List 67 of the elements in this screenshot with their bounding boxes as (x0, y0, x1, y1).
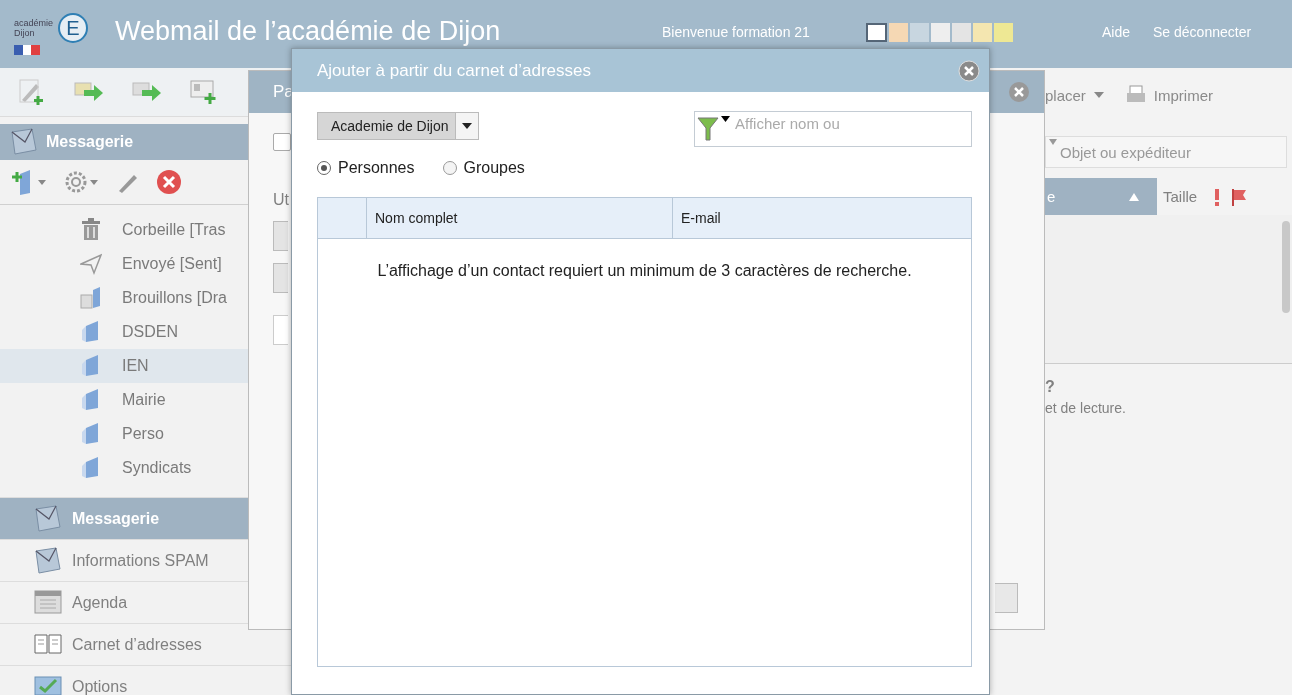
exclamation-icon[interactable] (1213, 187, 1222, 206)
column-header[interactable]: Taille (1157, 178, 1204, 215)
theme-swatch[interactable] (994, 22, 1013, 42)
sort-up-icon (1129, 192, 1139, 201)
app-title: Webmail de l’académie de Dijon (115, 15, 502, 47)
preview-title: ? (1045, 378, 1056, 396)
envelope-icon (34, 504, 62, 533)
calendar-icon (34, 588, 62, 617)
close-icon[interactable] (958, 59, 980, 82)
caret-icon (461, 123, 472, 129)
trash-icon (80, 218, 102, 242)
flag-icon (14, 45, 40, 55)
logo-letter: E (58, 13, 88, 43)
empty-message: L’affichage d’un contact requiert un minimum de 3 caractères de recherche. (376, 261, 913, 281)
delete-icon[interactable] (156, 169, 182, 195)
header-link[interactable]: Se déconnecter (1153, 24, 1252, 40)
header-link[interactable]: Aide (1102, 24, 1131, 40)
input-field[interactable] (273, 315, 288, 345)
theme-swatch[interactable] (973, 22, 992, 42)
button[interactable] (273, 221, 288, 251)
folder-item[interactable]: Brouillons [Dra (0, 281, 434, 315)
field-label: Ut (273, 191, 290, 209)
funnel-icon[interactable] (697, 115, 731, 141)
folder-plus-dropdown-icon[interactable] (12, 169, 48, 195)
theme-swatch[interactable] (931, 22, 950, 42)
close-icon[interactable] (1008, 81, 1030, 103)
paper-plane-icon (80, 252, 102, 276)
caret-icon (1093, 92, 1104, 98)
arrow-right-icon[interactable] (132, 80, 162, 104)
caret-icon (1049, 139, 1057, 145)
document-folder-icon (80, 286, 102, 310)
folder-item[interactable]: Syndicats (0, 451, 434, 485)
column-header[interactable]: E-mail (673, 198, 971, 238)
folder-item[interactable]: Perso (0, 417, 434, 451)
folder-item[interactable]: DSDEN (0, 315, 434, 349)
folder-item[interactable]: Mairie (0, 383, 434, 417)
column-header[interactable]: Nom complet (367, 198, 673, 238)
search-field[interactable]: Objet ou expéditeur (1045, 136, 1287, 168)
theme-swatch[interactable] (910, 22, 929, 42)
column-header[interactable]: e (1045, 178, 1157, 215)
preview-text: et de lecture. (1045, 400, 1127, 416)
gear-dropdown-icon[interactable] (64, 169, 100, 195)
radio-label[interactable]: Personnes (338, 159, 415, 177)
envelope-icon (10, 128, 38, 156)
radio-label[interactable]: Groupes (463, 159, 525, 177)
theme-swatch[interactable] (889, 22, 908, 42)
card-plus-icon[interactable] (190, 79, 218, 105)
flag-icon[interactable] (1231, 187, 1248, 206)
menu-button[interactable]: Imprimer (1125, 85, 1214, 105)
checkbox[interactable] (273, 133, 291, 151)
logo-caption: académie Dijon (14, 18, 55, 38)
dialog-title: Ajouter à partir du carnet d’adresses (317, 60, 592, 81)
welcome-text: Bienvenue formation 21 (662, 24, 811, 40)
button[interactable] (273, 263, 288, 293)
arrow-right-icon[interactable] (74, 80, 104, 104)
printer-icon (1125, 85, 1146, 105)
scrollbar[interactable] (1282, 221, 1290, 313)
theme-swatch[interactable] (866, 22, 887, 42)
pencil-plus-icon[interactable] (18, 78, 46, 106)
button[interactable] (995, 583, 1018, 613)
menu-button[interactable]: placer (1045, 86, 1104, 104)
radio-button[interactable] (442, 161, 457, 175)
theme-swatch[interactable] (952, 22, 971, 42)
envelope-icon (34, 546, 62, 575)
radio-button[interactable] (317, 161, 331, 175)
source-dropdown[interactable]: Academie de Dijon (317, 112, 479, 140)
filter-field[interactable]: Afficher nom ou (694, 111, 972, 147)
